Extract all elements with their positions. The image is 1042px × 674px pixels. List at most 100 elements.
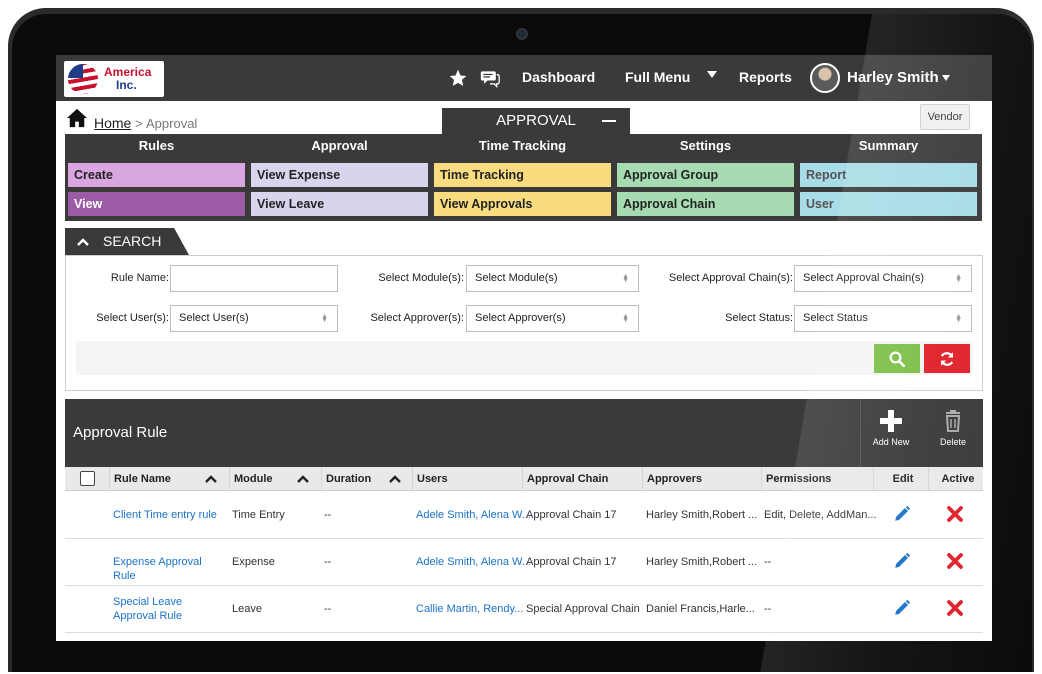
col-permissions: Permissions [761,467,873,491]
col-approval-chain: Approval Chain [522,467,642,491]
select-arrows-icon: ▲ ▼ [955,273,962,284]
nav-reports[interactable]: Reports [739,69,792,85]
reset-button[interactable] [924,344,970,373]
panel-title: Approval Rule [73,424,168,441]
module-cell: Expense [232,556,275,568]
user-avatar[interactable] [810,63,840,93]
approver-select-value: Select Approver(s) [475,312,566,324]
menu-item-view-expense[interactable]: View Expense [251,163,428,187]
flag-icon [68,64,98,94]
nav-full-menu[interactable]: Full Menu [625,69,690,85]
rule-name-link[interactable]: Expense Approval Rule [113,555,225,583]
rule-name-input[interactable] [170,265,338,292]
rule-name-link[interactable]: Special Leave Approval Rule [113,595,225,623]
webcam [516,28,528,40]
approval-chain-select[interactable]: Select Approval Chain(s) ▲ ▼ [794,265,972,292]
status-select-value: Select Status [803,312,868,324]
users-link[interactable]: Callie Martin, Rendy... [416,602,523,616]
home-icon[interactable] [66,108,88,128]
close-icon[interactable] [946,552,964,570]
menu-item-time-tracking[interactable]: Time Tracking [434,163,611,187]
approvers-cell: Harley Smith,Robert ... [646,556,758,568]
module-cell: Leave [232,603,262,615]
section-tab-label: APPROVAL [496,112,576,129]
search-toggle-tab[interactable]: SEARCH [65,228,189,255]
table-row: Expense Approval Rule Expense -- Adele S… [65,539,983,586]
module-select[interactable]: Select Module(s) ▲ ▼ [466,265,639,292]
menu-item-report[interactable]: Report [800,163,977,187]
search-title: SEARCH [103,233,162,249]
breadcrumb-home[interactable]: Home [94,115,131,131]
chevron-up-icon [77,238,89,246]
select-all-checkbox[interactable] [80,471,95,486]
pencil-icon[interactable] [893,505,911,523]
chat-icon[interactable] [480,68,500,88]
close-icon[interactable] [946,599,964,617]
menu-head-approval: Approval [311,138,368,153]
full-menu-caret-icon[interactable] [707,71,717,78]
sort-chevron-icon[interactable] [296,473,310,485]
vendor-button[interactable]: Vendor [920,104,970,130]
sort-chevron-icon[interactable] [388,473,402,485]
duration-cell: -- [324,509,332,521]
delete-button[interactable]: Delete [923,409,983,447]
approval-chain-cell: Special Approval Chain [526,603,640,615]
section-tab-approval[interactable]: APPROVAL [442,108,630,134]
company-logo[interactable]: America Inc. [64,61,164,97]
trash-icon [945,410,961,432]
approvers-cell: Harley Smith,Robert ... [646,509,758,521]
approver-label: Select Approver(s): [370,312,464,324]
refresh-icon [940,352,954,366]
module-cell: Time Entry [232,509,285,521]
breadcrumb-separator: > [135,116,143,131]
status-label: Select Status: [725,312,793,324]
menu-item-view[interactable]: View [68,192,245,216]
star-icon[interactable] [448,68,468,88]
permissions-cell: Edit, Delete, AddMan... [764,509,877,521]
select-arrows-icon: ▲ ▼ [622,273,629,284]
user-name[interactable]: Harley Smith [847,69,939,86]
collapse-minus-icon[interactable] [602,120,616,122]
breadcrumb-current: Approval [146,116,198,131]
menu-item-user[interactable]: User [800,192,977,216]
approval-chain-label: Select Approval Chain(s): [668,272,793,284]
rule-name-link[interactable]: Client Time entry rule [113,508,225,522]
menu-item-view-leave[interactable]: View Leave [251,192,428,216]
close-icon[interactable] [946,505,964,523]
users-link[interactable]: Adele Smith, Alena W... [416,555,531,569]
user-select[interactable]: Select User(s) ▲ ▼ [170,305,338,332]
nav-dashboard[interactable]: Dashboard [522,69,595,85]
search-icon [889,351,906,368]
duration-cell: -- [324,556,332,568]
status-select[interactable]: Select Status ▲ ▼ [794,305,972,332]
delete-label: Delete [939,437,966,447]
search-button[interactable] [874,344,920,373]
menu-head-summary: Summary [858,138,919,153]
menu-item-create[interactable]: Create [68,163,245,187]
menu-item-approval-chain[interactable]: Approval Chain [617,192,794,216]
approvers-cell: Daniel Francis,Harle... [646,603,755,615]
approval-chain-cell: Approval Chain 17 [526,509,617,521]
sort-chevron-icon[interactable] [204,473,218,485]
menu-item-approval-group[interactable]: Approval Group [617,163,794,187]
col-active: Active [928,467,983,491]
menu-head-rules: Rules [138,138,175,153]
menu-item-view-approvals[interactable]: View Approvals [434,192,611,216]
pencil-icon[interactable] [893,599,911,617]
select-arrows-icon: ▲ ▼ [622,313,629,324]
app-screen: America Inc. Dashboard Full Menu Reports… [56,55,992,641]
table-row: Client Time entry rule Time Entry -- Ade… [65,492,983,539]
permissions-cell: -- [764,556,772,568]
search-panel: Rule Name: Select Module(s): Select Modu… [65,255,983,391]
users-link[interactable]: Adele Smith, Alena W... [416,508,531,522]
user-select-value: Select User(s) [179,312,249,324]
user-menu-caret-icon[interactable] [942,75,950,81]
approver-select[interactable]: Select Approver(s) ▲ ▼ [466,305,639,332]
approval-chain-select-value: Select Approval Chain(s) [803,272,925,284]
pencil-icon[interactable] [893,552,911,570]
add-new-button[interactable]: Add New [861,409,921,447]
menu-head-time-tracking: Time Tracking [478,138,567,153]
menu-head-settings: Settings [679,138,732,153]
select-arrows-icon: ▲ ▼ [955,313,962,324]
module-select-value: Select Module(s) [475,272,558,284]
